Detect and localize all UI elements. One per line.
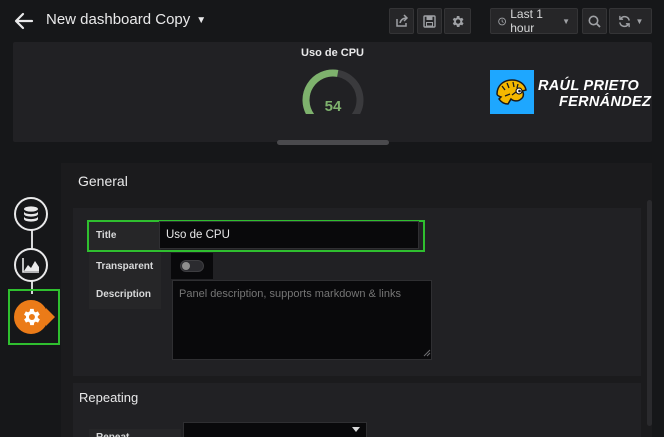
time-range-label: Last 1 hour: [510, 7, 543, 35]
toggle-knob: [182, 262, 190, 270]
refresh-icon: [618, 15, 630, 27]
resize-grip-icon[interactable]: [423, 349, 431, 357]
repeating-heading: Repeating: [79, 390, 139, 405]
share-icon: [395, 14, 408, 27]
settings-gear-icon: [24, 308, 40, 326]
time-range-picker[interactable]: Last 1 hour ▼: [490, 7, 578, 35]
repeat-select[interactable]: [183, 422, 367, 437]
transparent-toggle-box: [171, 253, 213, 279]
title-input[interactable]: [159, 221, 419, 249]
description-textarea[interactable]: [172, 280, 432, 360]
general-section: Title Transparent Description: [73, 208, 641, 376]
chameleon-logo-icon: [490, 70, 534, 114]
save-icon: [423, 14, 436, 28]
share-button[interactable]: [389, 8, 414, 34]
rail-step-visualization[interactable]: [14, 248, 48, 282]
caret-down-icon: ▼: [196, 15, 207, 26]
logo-name-line1: RAÚL PRIETO: [538, 78, 640, 94]
settings-button[interactable]: [444, 8, 471, 34]
caret-down-icon: ▼: [635, 16, 644, 26]
gear-icon: [452, 15, 464, 27]
database-icon: [24, 206, 38, 222]
rail-active-pointer: [46, 308, 55, 326]
top-navbar: New dashboard Copy ▼ Last 1 hour ▼ ▼: [0, 0, 664, 42]
rail-step-queries[interactable]: [14, 197, 48, 231]
transparent-label: Transparent: [89, 253, 161, 281]
clock-icon: [498, 17, 506, 25]
dashboard-title: New dashboard Copy: [46, 11, 191, 28]
save-button[interactable]: [417, 8, 442, 34]
gauge-value: 54: [324, 98, 342, 115]
logo-name-line2: FERNÁNDEZ: [559, 94, 652, 110]
caret-down-icon: [352, 427, 360, 432]
refresh-button[interactable]: ▼: [609, 8, 652, 34]
panel-editor: General Title Transparent Description Re…: [61, 163, 652, 437]
description-label: Description: [89, 281, 161, 309]
zoom-out-button[interactable]: [582, 8, 607, 34]
repeat-label: Repeat: [89, 429, 181, 437]
panel-preview: Uso de CPU 54 RAÚL PRIETO FERNÁNDEZ: [13, 42, 652, 145]
panel-resize-handle[interactable]: [277, 140, 389, 145]
area-chart-icon: [22, 258, 39, 273]
panel-title: Uso de CPU: [301, 47, 364, 59]
author-logo: RAÚL PRIETO FERNÁNDEZ: [490, 70, 662, 116]
caret-down-icon: ▼: [562, 16, 570, 26]
editor-scrollbar[interactable]: [647, 200, 652, 426]
title-label: Title: [89, 222, 161, 250]
transparent-toggle[interactable]: [180, 260, 204, 272]
rail-step-general[interactable]: [14, 300, 48, 334]
search-icon: [588, 15, 601, 28]
editor-heading: General: [78, 173, 128, 189]
dashboard-title-dropdown[interactable]: New dashboard Copy ▼: [46, 11, 206, 28]
repeating-section: Repeating Repeat: [73, 383, 641, 437]
arrow-left-icon[interactable]: [12, 9, 36, 33]
